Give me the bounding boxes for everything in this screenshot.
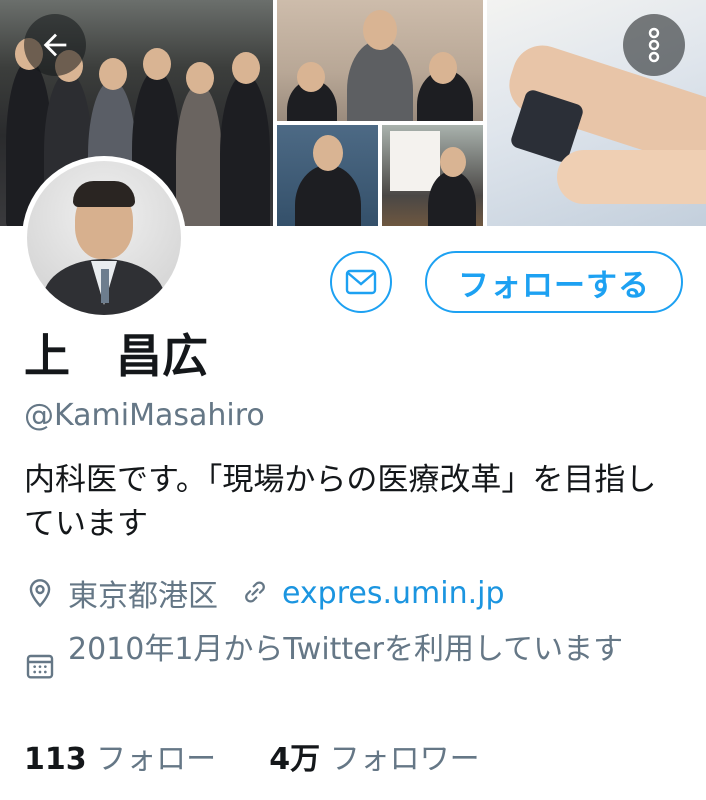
profile-joined-date: 2010年1月からTwitterを利用しています — [68, 632, 624, 667]
following-link[interactable]: 113 フォロー — [24, 742, 226, 777]
location-pin-icon — [24, 577, 56, 609]
arrow-left-icon — [38, 28, 72, 62]
message-button[interactable] — [330, 251, 392, 313]
banner-photo-panelist — [277, 125, 378, 226]
follow-button[interactable]: フォローする — [425, 251, 683, 313]
calendar-icon — [24, 650, 56, 682]
profile-stats: 113 フォロー 4万 フォロワー — [24, 738, 480, 782]
back-button[interactable] — [24, 14, 86, 76]
followers-count: 4万 — [269, 742, 321, 777]
banner-photo-speaker — [277, 0, 483, 121]
followers-label: フォロワー — [329, 742, 480, 777]
avatar[interactable] — [22, 156, 186, 320]
link-icon — [240, 577, 272, 609]
profile-joined-row: 2010年1月からTwitterを利用しています — [24, 628, 684, 682]
avatar-image — [27, 161, 181, 315]
envelope-icon — [345, 269, 377, 295]
more-options-button[interactable] — [623, 14, 685, 76]
profile-name: 上 昌広 — [24, 329, 208, 383]
profile-location-row: 東京都港区 expres.umin.jp — [24, 571, 505, 615]
following-label: フォロー — [96, 742, 217, 777]
banner-photo-presenter — [382, 125, 483, 226]
more-vertical-icon — [644, 25, 664, 65]
profile-bio: 内科医です。「現場からの医療改革」を目指しています — [24, 462, 657, 542]
profile-url-link[interactable]: expres.umin.jp — [282, 576, 505, 611]
followers-link[interactable]: 4万 フォロワー — [269, 742, 479, 777]
following-count: 113 — [24, 742, 87, 777]
profile-location: 東京都港区 — [68, 579, 218, 614]
profile-handle: @KamiMasahiro — [24, 398, 265, 433]
